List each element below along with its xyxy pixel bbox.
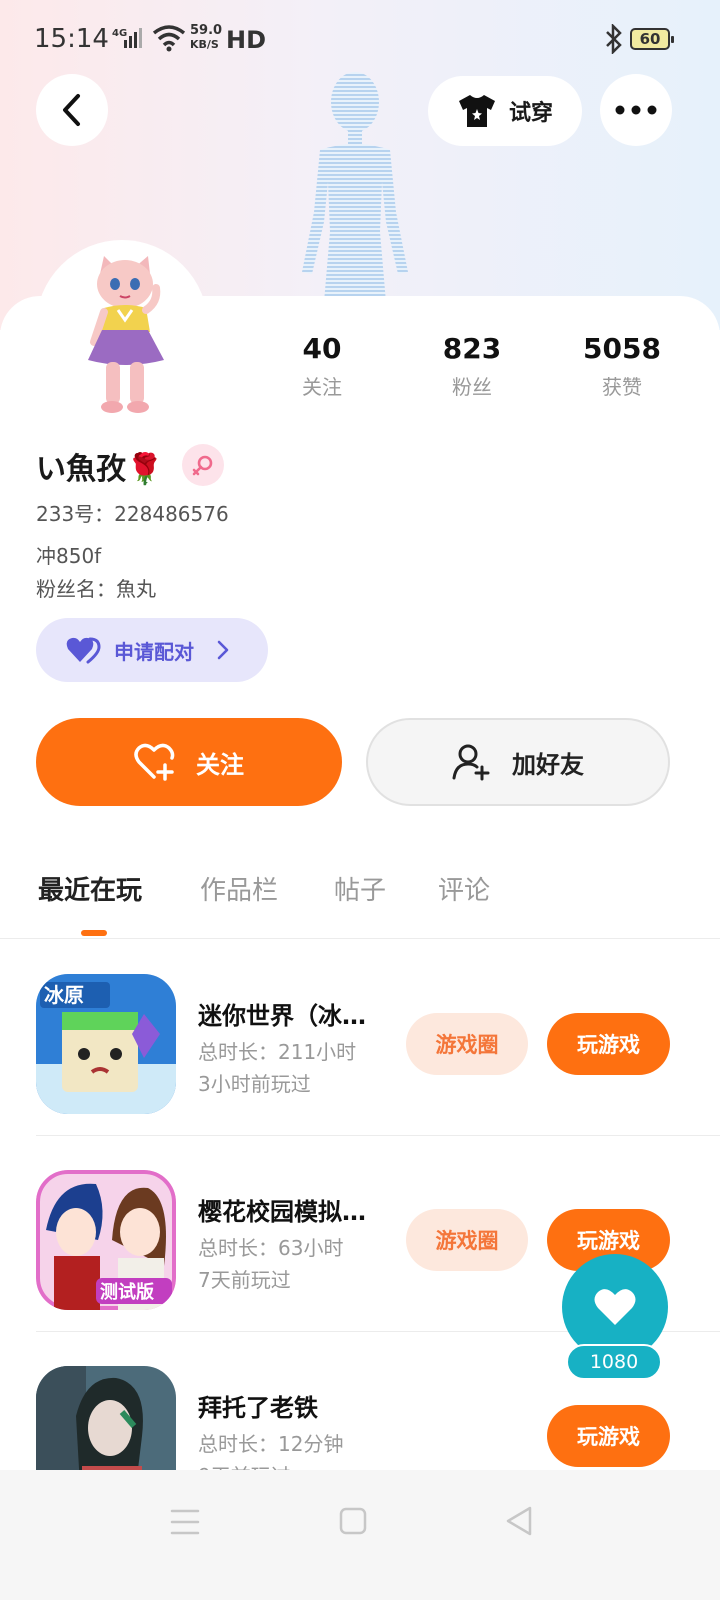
stat-likes[interactable]: 5058 获赞 bbox=[562, 332, 682, 400]
tab-works[interactable]: 作品栏 bbox=[200, 870, 278, 907]
female-gender-icon bbox=[182, 444, 224, 486]
heart-plus-icon bbox=[134, 743, 175, 781]
try-on-label: 试穿 bbox=[508, 101, 553, 126]
stat-likes-value: 5058 bbox=[583, 332, 661, 365]
stat-following-label: 关注 bbox=[302, 375, 342, 399]
svg-text:冰原: 冰原 bbox=[44, 983, 84, 1007]
add-user-icon bbox=[452, 744, 490, 781]
stat-following[interactable]: 40 关注 bbox=[262, 332, 382, 400]
game-circle-button[interactable]: 游戏圈 bbox=[406, 1209, 528, 1271]
back-button[interactable] bbox=[36, 74, 108, 146]
profile-tabs: 最近在玩 作品栏 帖子 评论 bbox=[0, 860, 720, 940]
game-duration: 总时长：211小时 bbox=[198, 1040, 357, 1064]
bluetooth-icon bbox=[606, 24, 622, 54]
wifi-icon bbox=[152, 25, 186, 52]
user-id: 233号：228486576 bbox=[36, 502, 229, 526]
home-icon[interactable] bbox=[339, 1507, 367, 1535]
stat-likes-label: 获赞 bbox=[602, 375, 642, 399]
add-friend-button[interactable]: 加好友 bbox=[366, 718, 670, 806]
game-title: 拜托了老铁 bbox=[198, 1394, 318, 1422]
more-dots-icon bbox=[615, 105, 657, 115]
add-friend-label: 加好友 bbox=[512, 750, 584, 779]
play-game-button[interactable]: 玩游戏 bbox=[547, 1405, 670, 1467]
request-pair-button[interactable]: 申请配对 bbox=[36, 618, 268, 682]
game-icon-mini-world: 冰原 bbox=[36, 974, 176, 1114]
chevron-left-icon bbox=[63, 94, 80, 126]
cellular-signal-icon: 4G bbox=[112, 28, 142, 48]
status-bar: 15:14 4G 59.0 KB/S HD 60 bbox=[0, 0, 720, 80]
tab-comments[interactable]: 评论 bbox=[438, 870, 490, 907]
game-circle-button[interactable]: 游戏圈 bbox=[406, 1013, 528, 1075]
double-heart-icon bbox=[66, 637, 101, 664]
hd-indicator: HD bbox=[226, 26, 267, 54]
game-duration: 总时长：12分钟 bbox=[198, 1432, 344, 1456]
stat-fans-value: 823 bbox=[442, 332, 502, 365]
game-title: 迷你世界（冰… bbox=[198, 1002, 366, 1030]
chevron-right-icon bbox=[217, 640, 229, 660]
request-pair-label: 申请配对 bbox=[114, 639, 194, 664]
bio-line-1: 冲850f bbox=[36, 544, 102, 568]
tab-recently-played[interactable]: 最近在玩 bbox=[38, 870, 142, 907]
follow-button[interactable]: 关注 bbox=[36, 718, 342, 806]
avatar-3d-figure bbox=[302, 72, 408, 302]
play-game-button[interactable]: 玩游戏 bbox=[547, 1013, 670, 1075]
like-count: 1080 bbox=[566, 1344, 662, 1380]
game-last-played: 7天前玩过 bbox=[198, 1268, 291, 1292]
status-time: 15:14 bbox=[34, 24, 109, 54]
tabs-divider bbox=[0, 938, 720, 939]
svg-text:测试版: 测试版 bbox=[100, 1281, 154, 1303]
stat-fans[interactable]: 823 粉丝 bbox=[412, 332, 532, 400]
avatar[interactable] bbox=[60, 252, 190, 417]
heart-icon bbox=[594, 1289, 636, 1325]
game-icon-sakura-school: 测试版 bbox=[36, 1170, 176, 1310]
tshirt-icon bbox=[458, 95, 495, 127]
try-on-button[interactable]: 试穿 bbox=[428, 76, 582, 146]
battery-icon: 60 bbox=[630, 28, 674, 50]
bio-line-2: 粉丝名：魚丸 bbox=[36, 577, 156, 601]
system-nav-bar bbox=[0, 1470, 720, 1600]
more-button[interactable] bbox=[600, 74, 672, 146]
network-speed: 59.0 KB/S bbox=[190, 23, 223, 52]
list-item[interactable]: 冰原 迷你世界（冰… 总时长：211小时 3小时前玩过 游戏圈 玩游戏 bbox=[0, 940, 720, 1136]
nickname: い魚孜🌹 bbox=[36, 452, 164, 487]
stat-following-value: 40 bbox=[302, 332, 342, 365]
stat-fans-label: 粉丝 bbox=[452, 375, 492, 399]
tab-posts[interactable]: 帖子 bbox=[334, 870, 386, 907]
game-last-played: 3小时前玩过 bbox=[198, 1072, 311, 1096]
tab-active-indicator bbox=[81, 930, 107, 936]
game-title: 樱花校园模拟… bbox=[198, 1198, 366, 1226]
menu-icon[interactable] bbox=[170, 1508, 200, 1536]
game-duration: 总时长：63小时 bbox=[198, 1236, 344, 1260]
back-nav-icon[interactable] bbox=[504, 1505, 534, 1537]
svg-text:4G: 4G bbox=[112, 28, 127, 39]
follow-label: 关注 bbox=[196, 750, 244, 779]
